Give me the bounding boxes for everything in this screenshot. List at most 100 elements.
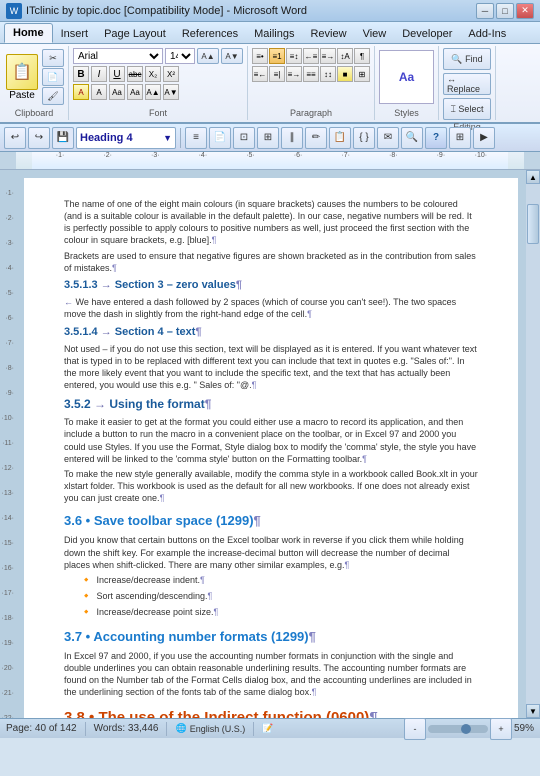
show-formatting-button[interactable]: ¶ xyxy=(354,48,370,64)
bullet-3: 🔸 Increase/decrease point size.¶ xyxy=(80,606,478,620)
undo-button[interactable]: ↩ xyxy=(4,127,26,149)
font-name-select[interactable]: Arial xyxy=(73,48,163,64)
document-button[interactable]: 📋 xyxy=(329,127,351,149)
tab-developer[interactable]: Developer xyxy=(394,25,460,43)
style-dropdown[interactable]: Heading 4 ▼ xyxy=(76,127,176,149)
heading-3-5-1-3: 3.5.1.3 → Section 3 – zero values¶ xyxy=(64,278,478,293)
language-icon: 🌐 xyxy=(175,723,186,734)
ribbon: 📋 Paste ✂ 📄 🖌 Clipboard Arial 14 A▲ A▼ xyxy=(0,44,540,124)
table-button[interactable]: ⊞ xyxy=(257,127,279,149)
zoom-button[interactable]: 🔍 xyxy=(401,127,423,149)
scroll-up-button[interactable]: ▲ xyxy=(526,170,540,184)
find-button[interactable]: 🔍 Find xyxy=(443,48,491,70)
multilevel-list-button[interactable]: ≡↕ xyxy=(286,48,302,64)
sort-button[interactable]: ↕A xyxy=(337,48,353,64)
font-label: Font xyxy=(149,106,167,118)
grow-a-button[interactable]: A▲ xyxy=(145,84,161,100)
heading-3-5-2: 3.5.2 → Using the format¶ xyxy=(64,396,478,413)
paragraph-6: To make the new style generally availabl… xyxy=(64,468,478,504)
show-doc-map-button[interactable]: 📄 xyxy=(209,127,231,149)
drawing-button[interactable]: ✏ xyxy=(305,127,327,149)
status-sep-2 xyxy=(166,722,167,736)
doc-map-toggle-button[interactable]: ⊞ xyxy=(449,127,471,149)
tab-view[interactable]: View xyxy=(355,25,395,43)
ribbon-paragraph-section: ≡• ≡1 ≡↕ ←≡ ≡→ ↕A ¶ ≡← ≡| ≡→ ≡≡ ↕↕ ■ ⊞ P… xyxy=(248,46,375,120)
subscript-button[interactable]: X₂ xyxy=(145,66,161,82)
ribbon-clipboard-section: 📋 Paste ✂ 📄 🖌 Clipboard xyxy=(0,46,69,120)
scroll-track[interactable] xyxy=(526,184,540,704)
next-page-button[interactable]: ▶ xyxy=(473,127,495,149)
minimize-button[interactable]: ─ xyxy=(476,3,494,19)
frame-button[interactable]: ⊡ xyxy=(233,127,255,149)
shrink-font-button[interactable]: A▼ xyxy=(221,48,243,64)
change-case-button[interactable]: Aa xyxy=(127,84,143,100)
paragraph-8: In Excel 97 and 2000, if you use the acc… xyxy=(64,650,478,699)
shrink-a-button[interactable]: A▼ xyxy=(163,84,179,100)
save-button[interactable]: 💾 xyxy=(52,127,74,149)
zoom-out-button[interactable]: - xyxy=(404,718,426,740)
format-painter-button[interactable]: 🖌 xyxy=(42,87,64,105)
margin-ruler: ·1··2··3··4··5· ·6··7··8··9··10· ·11··12… xyxy=(0,170,16,718)
cut-button[interactable]: ✂ xyxy=(42,49,64,67)
justify-button[interactable]: ≡≡ xyxy=(303,66,319,82)
decrease-indent-button[interactable]: ←≡ xyxy=(303,48,319,64)
close-button[interactable]: ✕ xyxy=(516,3,534,19)
styles-gallery[interactable]: Aa xyxy=(379,50,434,104)
font-size-select[interactable]: 14 xyxy=(165,48,195,64)
select-button[interactable]: ⌶ Select xyxy=(443,98,491,120)
app-icon: W xyxy=(6,3,22,19)
paragraph-label: Paragraph xyxy=(290,106,332,118)
tab-add-ins[interactable]: Add-Ins xyxy=(460,25,514,43)
vertical-scrollbar: ▲ ▼ xyxy=(526,170,540,718)
increase-indent-button[interactable]: ≡→ xyxy=(320,48,336,64)
tab-page-layout[interactable]: Page Layout xyxy=(96,25,174,43)
columns-button[interactable]: ∥ xyxy=(281,127,303,149)
status-sep-3 xyxy=(253,722,254,736)
paste-button[interactable]: 📋 Paste xyxy=(4,52,40,103)
align-left-button[interactable]: ≡← xyxy=(252,66,268,82)
redo-button[interactable]: ↪ xyxy=(28,127,50,149)
scroll-down-button[interactable]: ▼ xyxy=(526,704,540,718)
zoom-in-button[interactable]: + xyxy=(490,718,512,740)
underline-button[interactable]: U xyxy=(109,66,125,82)
replace-button[interactable]: ↔ Replace xyxy=(443,73,491,95)
align-right-button[interactable]: ≡→ xyxy=(286,66,302,82)
strikethrough-button[interactable]: abc xyxy=(127,66,143,82)
borders-button[interactable]: ⊞ xyxy=(354,66,370,82)
grow-font-button[interactable]: A▲ xyxy=(197,48,219,64)
ruler-inner: ·1· ·2· ·3· ·4· ·5· ·6· ·7· ·8· ·9· ·10· xyxy=(32,152,508,169)
font-color-button[interactable]: A xyxy=(91,84,107,100)
tab-review[interactable]: Review xyxy=(302,25,354,43)
paragraph-1: The name of one of the eight main colour… xyxy=(64,198,478,247)
numbering-button[interactable]: ≡1 xyxy=(269,48,285,64)
mail-merge-button[interactable]: ✉ xyxy=(377,127,399,149)
align-center-button[interactable]: ≡| xyxy=(269,66,285,82)
restore-button[interactable]: □ xyxy=(496,3,514,19)
zoom-bar: - + 59% xyxy=(404,718,534,740)
zoom-handle[interactable] xyxy=(461,724,471,734)
line-spacing-button[interactable]: ↕↕ xyxy=(320,66,336,82)
ribbon-styles-section: Aa Styles xyxy=(375,46,439,120)
scroll-thumb[interactable] xyxy=(527,204,539,244)
italic-button[interactable]: I xyxy=(91,66,107,82)
heading-3-6: 3.6 • Save toolbar space (1299)¶ xyxy=(64,512,478,530)
tab-insert[interactable]: Insert xyxy=(53,25,97,43)
tab-home[interactable]: Home xyxy=(4,23,53,43)
page-area[interactable]: The name of one of the eight main colour… xyxy=(16,170,526,718)
bold-button[interactable]: B xyxy=(73,66,89,82)
tab-references[interactable]: References xyxy=(174,25,246,43)
shading-button[interactable]: ■ xyxy=(337,66,353,82)
ribbon-tab-bar: Home Insert Page Layout References Maili… xyxy=(0,22,540,44)
ribbon-editing-section: 🔍 Find ↔ Replace ⌶ Select Editing xyxy=(439,46,496,120)
fields-button[interactable]: { } xyxy=(353,127,375,149)
outline-level-button[interactable]: ≡ xyxy=(185,127,207,149)
clear-format-button[interactable]: Aa xyxy=(109,84,125,100)
copy-button[interactable]: 📄 xyxy=(42,68,64,86)
highlight-button[interactable]: A xyxy=(73,84,89,100)
bullets-button[interactable]: ≡• xyxy=(252,48,268,64)
tab-mailings[interactable]: Mailings xyxy=(246,25,302,43)
help-button[interactable]: ? xyxy=(425,127,447,149)
document-area: ·1··2··3··4··5· ·6··7··8··9··10· ·11··12… xyxy=(0,170,540,718)
superscript-button[interactable]: X² xyxy=(163,66,179,82)
zoom-slider[interactable] xyxy=(428,725,488,733)
